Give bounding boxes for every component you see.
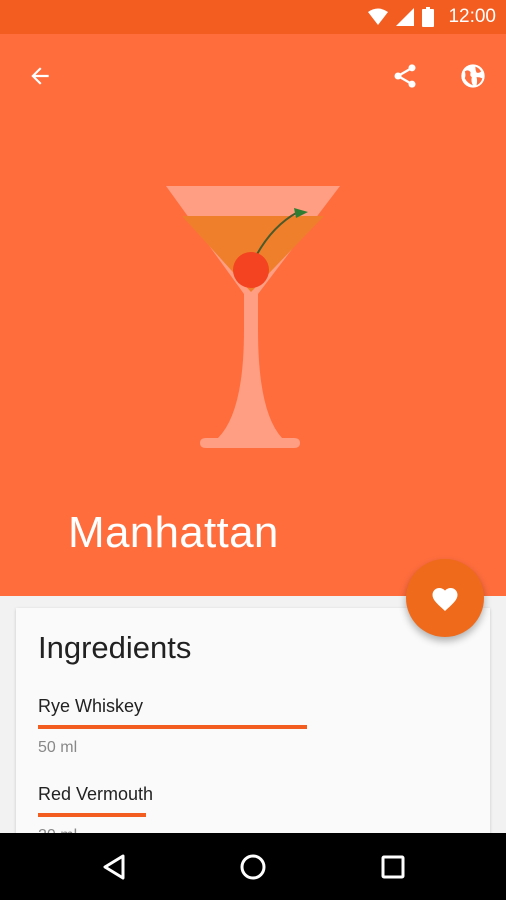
back-triangle-icon — [103, 854, 125, 879]
status-icons: 12:00 — [368, 0, 496, 34]
favorite-button[interactable] — [406, 559, 484, 637]
wifi-icon — [368, 8, 389, 25]
ingredients-title: Ingredients — [38, 630, 192, 665]
nav-recents-button[interactable] — [363, 833, 423, 900]
ingredient-name: Rye Whiskey — [38, 696, 144, 716]
system-nav-bar — [0, 833, 506, 900]
hero-header: Manhattan — [0, 34, 506, 596]
open-web-button[interactable] — [449, 52, 497, 100]
ingredient-item: Rye Whiskey 50 ml — [38, 696, 307, 757]
nav-home-button[interactable] — [223, 833, 283, 900]
ingredient-amount: 50 ml — [38, 739, 78, 756]
heart-icon — [432, 588, 458, 611]
recents-square-icon — [381, 855, 405, 878]
back-arrow-icon — [31, 67, 49, 85]
drink-title: Manhattan — [68, 508, 279, 557]
back-button[interactable] — [16, 52, 64, 100]
ingredients-card: Ingredients Rye Whiskey 50 ml Red Vermou… — [16, 608, 490, 848]
status-bar: 12:00 — [0, 0, 506, 34]
home-circle-icon — [240, 854, 266, 879]
globe-icon — [461, 64, 485, 88]
ingredient-bar — [38, 725, 307, 729]
ingredient-bar — [38, 813, 146, 817]
nav-back-button[interactable] — [84, 833, 144, 900]
ingredient-name: Red Vermouth — [38, 784, 154, 804]
cocktail-glass-illustration — [166, 186, 340, 448]
share-button[interactable] — [381, 52, 429, 100]
signal-icon — [396, 8, 415, 26]
battery-icon — [422, 7, 435, 27]
status-time: 12:00 — [448, 6, 496, 27]
share-icon — [394, 64, 416, 88]
